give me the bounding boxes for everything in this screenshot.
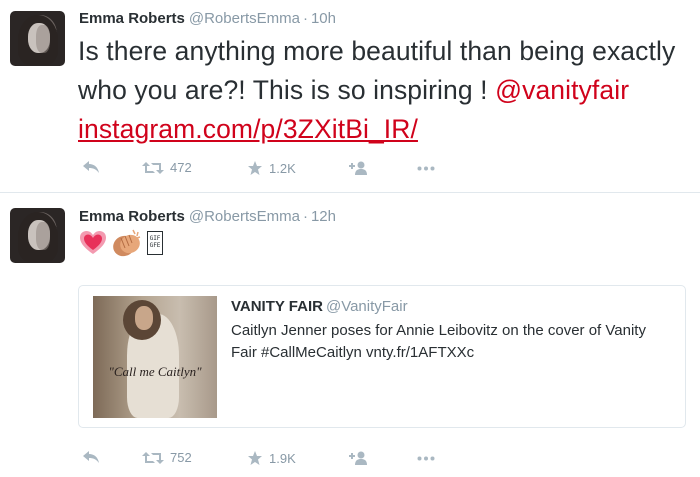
star-icon xyxy=(248,161,262,175)
retweet-icon xyxy=(142,451,164,464)
separator: · xyxy=(302,10,308,27)
more-button[interactable] xyxy=(417,456,435,461)
tweet: Emma Roberts @RobertsEmma · 12h GIF GFE "Ca… xyxy=(0,194,700,477)
author-name[interactable]: Emma Roberts xyxy=(79,208,185,225)
follow-button[interactable] xyxy=(349,160,369,176)
url-link[interactable]: instagram.com/p/3ZXitBi_IR/ xyxy=(78,114,418,144)
cover-caption: "Call me Caitlyn" xyxy=(108,364,202,379)
tweet-emojis: GIF GFE xyxy=(79,228,163,258)
quoted-text: Caitlyn Jenner poses for Annie Leibovitz… xyxy=(231,322,646,361)
author-handle[interactable]: @RobertsEmma xyxy=(189,10,300,27)
like-count: 1.9K xyxy=(269,450,296,466)
reply-icon xyxy=(83,451,99,463)
heart-emoji-icon xyxy=(80,231,106,254)
clapping-hands-emoji-icon xyxy=(113,229,141,257)
like-button[interactable]: 1.2K xyxy=(247,160,296,176)
add-user-icon xyxy=(349,451,367,465)
like-button[interactable]: 1.9K xyxy=(247,450,296,466)
like-count: 1.2K xyxy=(269,160,296,176)
tweet-text: Is there anything more beautiful than be… xyxy=(78,32,688,149)
tweet-header: Emma Roberts @RobertsEmma · 10h xyxy=(79,10,336,27)
retweet-button[interactable]: 752 xyxy=(142,450,192,465)
more-button[interactable] xyxy=(417,166,435,171)
retweet-icon xyxy=(142,161,164,174)
quoted-tweet-card[interactable]: "Call me Caitlyn" VANITY FAIR @VanityFair… xyxy=(78,285,686,428)
quoted-author-name[interactable]: VANITY FAIR xyxy=(231,298,323,315)
timestamp[interactable]: 12h xyxy=(311,208,336,225)
timestamp[interactable]: 10h xyxy=(311,10,336,27)
more-dots-icon xyxy=(417,166,435,171)
retweet-count: 752 xyxy=(170,450,192,465)
quoted-header: VANITY FAIR @VanityFair xyxy=(231,298,408,315)
tweet-header: Emma Roberts @RobertsEmma · 12h xyxy=(79,208,336,225)
retweet-count: 472 xyxy=(170,160,192,175)
reply-button[interactable] xyxy=(82,160,100,174)
avatar[interactable] xyxy=(10,11,65,66)
tweet-divider xyxy=(0,192,700,193)
separator: · xyxy=(302,208,308,225)
mention-link[interactable]: @vanityfair xyxy=(495,75,629,105)
tweet-actions: 752 1.9K xyxy=(78,450,478,470)
avatar[interactable] xyxy=(10,208,65,263)
quoted-author-handle[interactable]: @VanityFair xyxy=(326,298,408,315)
follow-button[interactable] xyxy=(349,450,369,466)
star-icon xyxy=(248,451,262,465)
author-name[interactable]: Emma Roberts xyxy=(79,10,185,27)
reply-icon xyxy=(83,161,99,173)
gif-placeholder-glyph: GIF GFE xyxy=(147,231,163,255)
author-handle[interactable]: @RobertsEmma xyxy=(189,208,300,225)
add-user-icon xyxy=(349,161,367,175)
tweet: Emma Roberts @RobertsEmma · 10h Is there an… xyxy=(0,0,700,193)
tweet-actions: 472 1.2K xyxy=(78,160,478,180)
magazine-cover-image[interactable]: "Call me Caitlyn" xyxy=(93,296,217,418)
reply-button[interactable] xyxy=(82,450,100,464)
retweet-button[interactable]: 472 xyxy=(142,160,192,175)
more-dots-icon xyxy=(417,456,435,461)
